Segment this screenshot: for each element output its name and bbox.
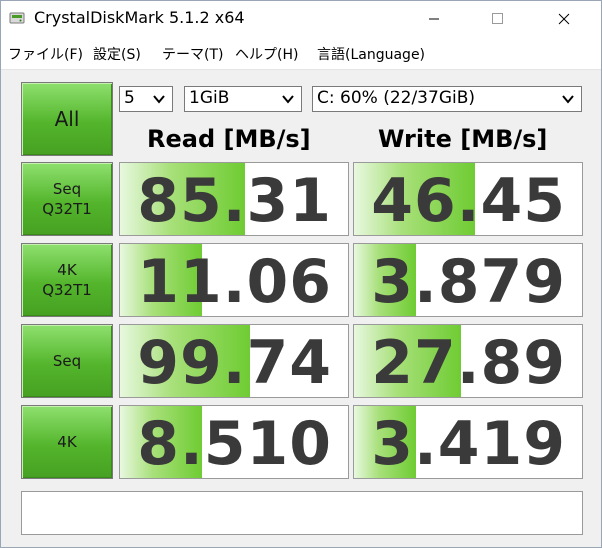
menu-settings[interactable]: 設定(S) <box>93 44 141 64</box>
minimize-button[interactable] <box>411 1 457 37</box>
drive-select[interactable]: C: 60% (22/37GiB) <box>312 86 582 112</box>
seq-q32t1-button[interactable]: Seq Q32T1 <box>21 162 113 236</box>
test-label-line2: Q32T1 <box>42 200 92 218</box>
result-value: 11.06 <box>137 247 332 317</box>
read-header: Read [MB/s] <box>147 125 311 153</box>
comment-field[interactable] <box>21 491 583 535</box>
drive-value: C: 60% (22/37GiB) <box>317 88 476 108</box>
menu-bar: ファイル(F) 設定(S) テーマ(T) ヘルプ(H) 言語(Language) <box>1 37 601 70</box>
close-icon <box>558 13 570 25</box>
menu-file[interactable]: ファイル(F) <box>8 44 83 64</box>
menu-help[interactable]: ヘルプ(H) <box>235 44 298 64</box>
app-window: CrystalDiskMark 5.1.2 x64 ファイル(F) 設定(S) … <box>0 0 602 548</box>
test-size-value: 1GiB <box>189 88 230 108</box>
test-label-line2: Q32T1 <box>42 281 92 299</box>
all-button-label: All <box>54 107 80 131</box>
result-value: 8.510 <box>137 409 332 479</box>
test-label-line1: 4K <box>57 433 77 451</box>
result-value: 3.419 <box>371 409 566 479</box>
result-value: 99.74 <box>137 328 332 398</box>
chevron-down-icon <box>562 95 574 104</box>
result-value: 3.879 <box>371 247 566 317</box>
maximize-button[interactable] <box>475 1 521 37</box>
result-value: 46.45 <box>371 166 566 236</box>
4k-q32t1-read-result: 11.06 <box>119 243 349 317</box>
test-count-select[interactable]: 5 <box>119 86 173 112</box>
maximize-icon <box>492 13 503 24</box>
4k-q32t1-write-result: 3.879 <box>353 243 583 317</box>
chevron-down-icon <box>282 95 294 104</box>
seq-read-result: 99.74 <box>119 324 349 398</box>
test-label-line1: 4K <box>57 261 77 279</box>
4k-write-result: 3.419 <box>353 405 583 479</box>
4k-button[interactable]: 4K <box>21 405 113 479</box>
title-bar[interactable]: CrystalDiskMark 5.1.2 x64 <box>1 1 601 37</box>
test-label-line1: Seq <box>52 352 82 370</box>
test-label-line1: Seq <box>52 180 82 198</box>
menu-theme[interactable]: テーマ(T) <box>162 44 223 64</box>
test-count-value: 5 <box>124 88 135 108</box>
seq-q32t1-write-result: 46.45 <box>353 162 583 236</box>
close-button[interactable] <box>541 1 587 37</box>
window-title: CrystalDiskMark 5.1.2 x64 <box>34 8 245 27</box>
test-size-select[interactable]: 1GiB <box>184 86 302 112</box>
seq-q32t1-read-result: 85.31 <box>119 162 349 236</box>
result-value: 27.89 <box>371 328 566 398</box>
4k-read-result: 8.510 <box>119 405 349 479</box>
write-header: Write [MB/s] <box>378 125 548 153</box>
crystaldiskmark-icon <box>9 12 25 24</box>
minimize-icon <box>429 18 439 20</box>
all-button[interactable]: All <box>21 82 113 156</box>
seq-write-result: 27.89 <box>353 324 583 398</box>
4k-q32t1-button[interactable]: 4K Q32T1 <box>21 243 113 317</box>
result-value: 85.31 <box>137 166 332 236</box>
chevron-down-icon <box>153 95 165 104</box>
seq-button[interactable]: Seq <box>21 324 113 398</box>
menu-language[interactable]: 言語(Language) <box>317 44 425 64</box>
